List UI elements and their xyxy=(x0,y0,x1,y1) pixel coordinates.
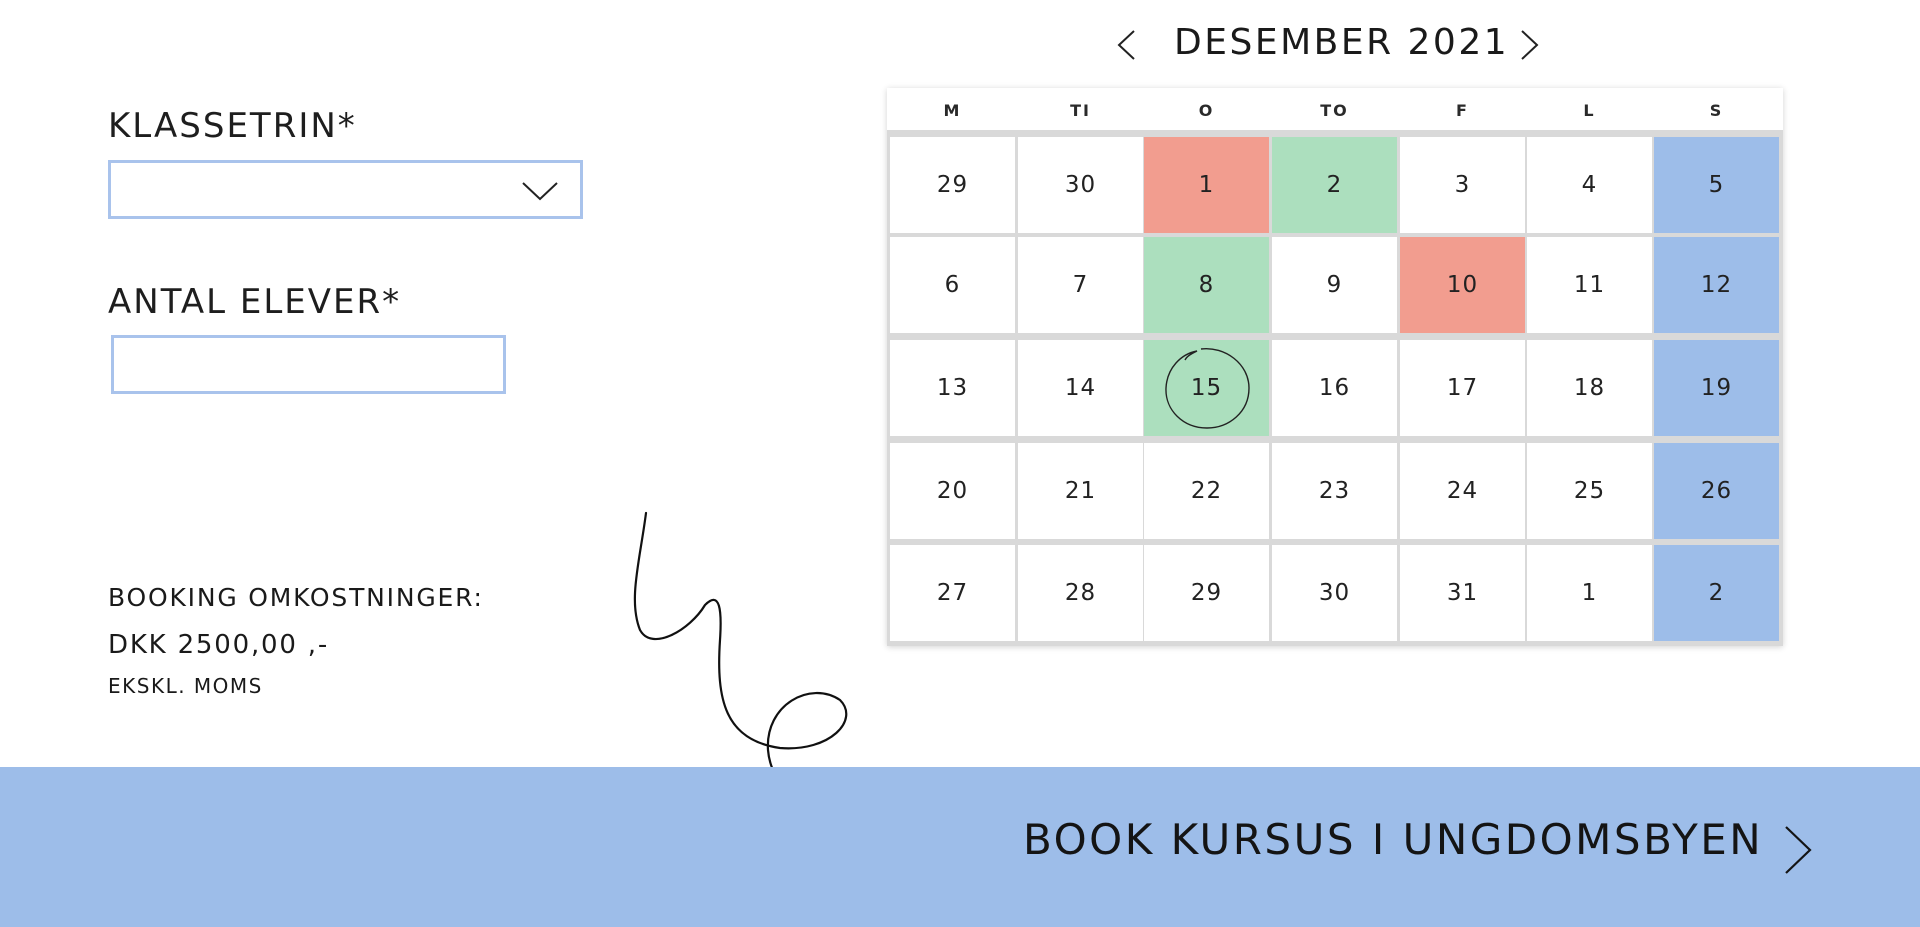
weekday-label: S xyxy=(1709,101,1724,120)
booking-cost-value: DKK 2500,00 ,- xyxy=(108,630,330,660)
chevron-right-icon[interactable] xyxy=(1516,28,1542,62)
klassetrin-label: KLASSETRIN* xyxy=(108,106,357,146)
day-number: 4 xyxy=(1581,172,1598,198)
calendar-day-cell[interactable]: 11 xyxy=(1527,237,1652,333)
calendar-day-cell[interactable]: 13 xyxy=(890,340,1015,436)
day-number: 19 xyxy=(1700,375,1733,401)
day-number: 22 xyxy=(1190,478,1223,504)
day-number: 7 xyxy=(1072,272,1089,298)
calendar-day-cell[interactable]: 29 xyxy=(890,137,1015,233)
calendar-day-cell[interactable]: 16 xyxy=(1272,340,1397,436)
calendar-day-cell[interactable]: 14 xyxy=(1018,340,1143,436)
calendar-day-cell[interactable]: 17 xyxy=(1400,340,1525,436)
calendar-day-cell[interactable]: 18 xyxy=(1527,340,1652,436)
calendar-day-cell[interactable]: 20 xyxy=(890,443,1015,539)
calendar-day-cell[interactable]: 28 xyxy=(1018,545,1143,641)
calendar-day-cell[interactable]: 27 xyxy=(890,545,1015,641)
calendar-day-cell[interactable]: 25 xyxy=(1527,443,1652,539)
day-number: 21 xyxy=(1064,478,1097,504)
day-number: 15 xyxy=(1190,375,1223,401)
day-number: 12 xyxy=(1700,272,1733,298)
calendar-day-cell[interactable]: 4 xyxy=(1527,137,1652,233)
calendar-day-cell[interactable]: 21 xyxy=(1018,443,1143,539)
day-number: 1 xyxy=(1198,172,1215,198)
weekday-label: TO xyxy=(1320,101,1349,120)
day-number: 13 xyxy=(936,375,969,401)
calendar-day-cell[interactable]: 30 xyxy=(1018,137,1143,233)
chevron-left-icon[interactable] xyxy=(1114,28,1140,62)
day-number: 27 xyxy=(936,580,969,606)
book-course-label: BOOK KURSUS I UNGDOMSBYEN xyxy=(1023,815,1764,864)
weekday-label: O xyxy=(1198,101,1215,120)
weekday-label: TI xyxy=(1070,101,1091,120)
calendar-day-cell[interactable]: 19 xyxy=(1654,340,1779,436)
booking-cost-label: BOOKING OMKOSTNINGER: xyxy=(108,583,484,612)
calendar-day-cell[interactable]: 29 xyxy=(1144,545,1269,641)
calendar-grid: M TI O TO F L S 29 30 1 2 3 4 5 6 7 8 9 10 11 12 13 14 15 16 17 1… xyxy=(887,88,1783,646)
month-title: DESEMBER 2021 xyxy=(1174,22,1510,63)
weekday-header-row: M TI O TO F L S xyxy=(887,88,1783,133)
day-number: 9 xyxy=(1326,272,1343,298)
day-number: 18 xyxy=(1573,375,1606,401)
weekday-label: M xyxy=(943,101,962,120)
calendar-day-cell[interactable]: 3 xyxy=(1400,137,1525,233)
weekday-label: L xyxy=(1583,101,1596,120)
calendar-day-cell[interactable]: 26 xyxy=(1654,443,1779,539)
calendar-day-cell[interactable]: 2 xyxy=(1654,545,1779,641)
day-number: 2 xyxy=(1708,580,1725,606)
book-course-button[interactable]: BOOK KURSUS I UNGDOMSBYEN xyxy=(0,767,1920,927)
day-number: 25 xyxy=(1573,478,1606,504)
day-number: 14 xyxy=(1064,375,1097,401)
day-number: 6 xyxy=(944,272,961,298)
chevron-right-icon xyxy=(1785,826,1812,874)
antal-elever-label: ANTAL ELEVER* xyxy=(108,282,402,322)
day-number: 31 xyxy=(1446,580,1479,606)
day-number: 28 xyxy=(1064,580,1097,606)
calendar-day-cell[interactable]: 23 xyxy=(1272,443,1397,539)
calendar-day-cell[interactable]: 24 xyxy=(1400,443,1525,539)
day-number: 3 xyxy=(1454,172,1471,198)
day-number: 26 xyxy=(1700,478,1733,504)
weekday-label: F xyxy=(1456,101,1469,120)
day-number: 24 xyxy=(1446,478,1479,504)
day-number: 30 xyxy=(1318,580,1351,606)
vat-note: EKSKL. MOMS xyxy=(108,674,263,698)
day-number: 8 xyxy=(1198,272,1215,298)
chevron-down-icon xyxy=(522,182,558,201)
calendar-day-cell[interactable]: 8 xyxy=(1144,237,1269,333)
calendar-day-cell[interactable]: 9 xyxy=(1272,237,1397,333)
day-number: 30 xyxy=(1064,172,1097,198)
calendar-day-cell[interactable]: 22 xyxy=(1144,443,1269,539)
calendar-header: DESEMBER 2021 xyxy=(1100,22,1555,66)
antal-elever-input[interactable] xyxy=(111,335,506,394)
day-number: 29 xyxy=(936,172,969,198)
day-number: 10 xyxy=(1446,272,1479,298)
calendar-day-cell[interactable]: 1 xyxy=(1527,545,1652,641)
calendar-day-cell[interactable]: 12 xyxy=(1654,237,1779,333)
calendar-day-cell[interactable]: 1 xyxy=(1144,137,1269,233)
day-number: 5 xyxy=(1708,172,1725,198)
calendar-day-cell[interactable]: 2 xyxy=(1272,137,1397,233)
day-number: 11 xyxy=(1573,272,1606,298)
calendar-day-cell[interactable]: 30 xyxy=(1272,545,1397,641)
klassetrin-select[interactable] xyxy=(108,160,583,219)
calendar-day-cell[interactable]: 7 xyxy=(1018,237,1143,333)
calendar-day-cell[interactable]: 5 xyxy=(1654,137,1779,233)
day-number: 23 xyxy=(1318,478,1351,504)
day-number: 1 xyxy=(1581,580,1598,606)
day-number: 20 xyxy=(936,478,969,504)
day-number: 17 xyxy=(1446,375,1479,401)
calendar-day-cell[interactable]: 31 xyxy=(1400,545,1525,641)
calendar-day-cell[interactable]: 10 xyxy=(1400,237,1525,333)
day-number: 29 xyxy=(1190,580,1223,606)
day-number: 2 xyxy=(1326,172,1343,198)
calendar-day-cell[interactable]: 15 xyxy=(1144,340,1269,436)
calendar-day-cell[interactable]: 6 xyxy=(890,237,1015,333)
day-number: 16 xyxy=(1318,375,1351,401)
